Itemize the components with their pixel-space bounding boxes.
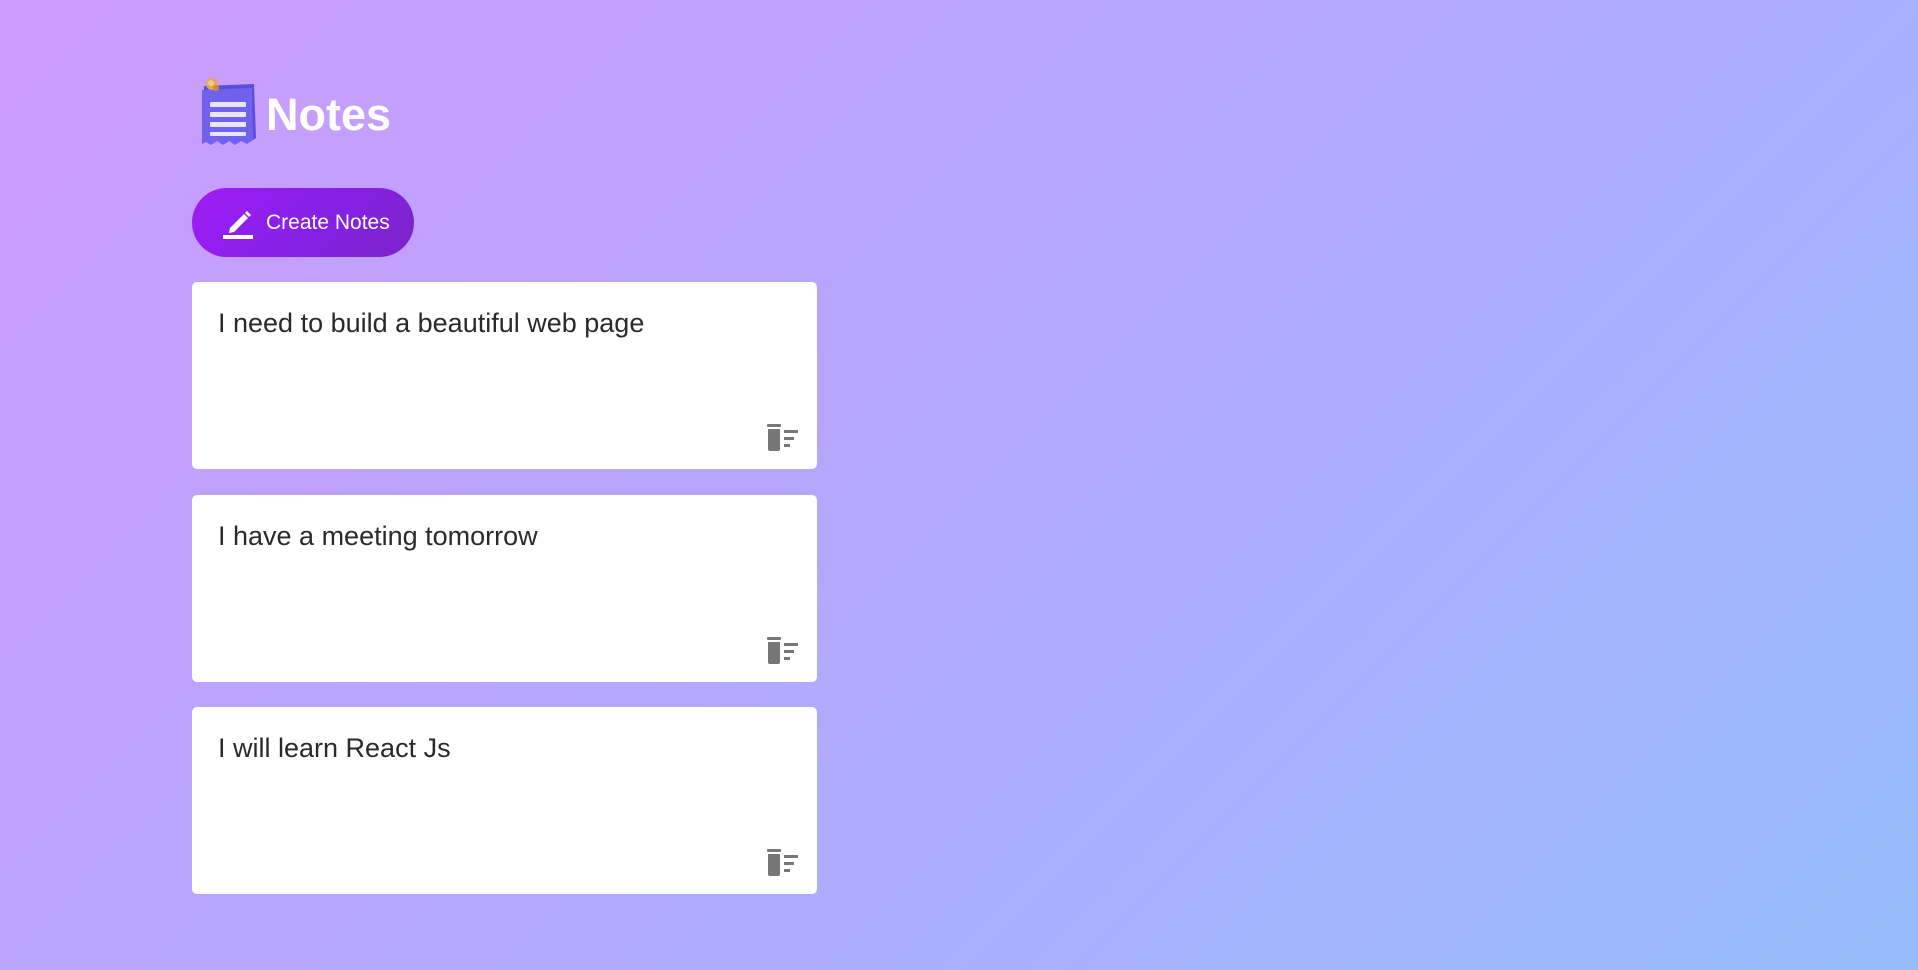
note-textarea[interactable]: I will learn React Js xyxy=(192,707,817,894)
delete-note-button[interactable] xyxy=(765,424,799,452)
delete-note-button[interactable] xyxy=(765,637,799,665)
delete-sweep-icon xyxy=(767,637,798,664)
create-notes-button[interactable]: Create Notes xyxy=(192,188,414,257)
note-textarea[interactable]: I need to build a beautiful web page xyxy=(192,282,817,469)
notepad-icon xyxy=(202,78,256,145)
app-title: Notes xyxy=(266,88,392,140)
delete-sweep-icon xyxy=(767,424,798,451)
note-card: I have a meeting tomorrow xyxy=(192,495,817,682)
delete-sweep-icon xyxy=(767,849,798,876)
note-card: I will learn React Js xyxy=(192,707,817,894)
note-card: I need to build a beautiful web page xyxy=(192,282,817,469)
delete-note-button[interactable] xyxy=(765,849,799,877)
app-header: Notes xyxy=(198,76,391,152)
create-notes-label: Create Notes xyxy=(266,210,390,234)
pencil-icon xyxy=(223,210,253,239)
note-textarea[interactable]: I have a meeting tomorrow xyxy=(192,495,817,682)
